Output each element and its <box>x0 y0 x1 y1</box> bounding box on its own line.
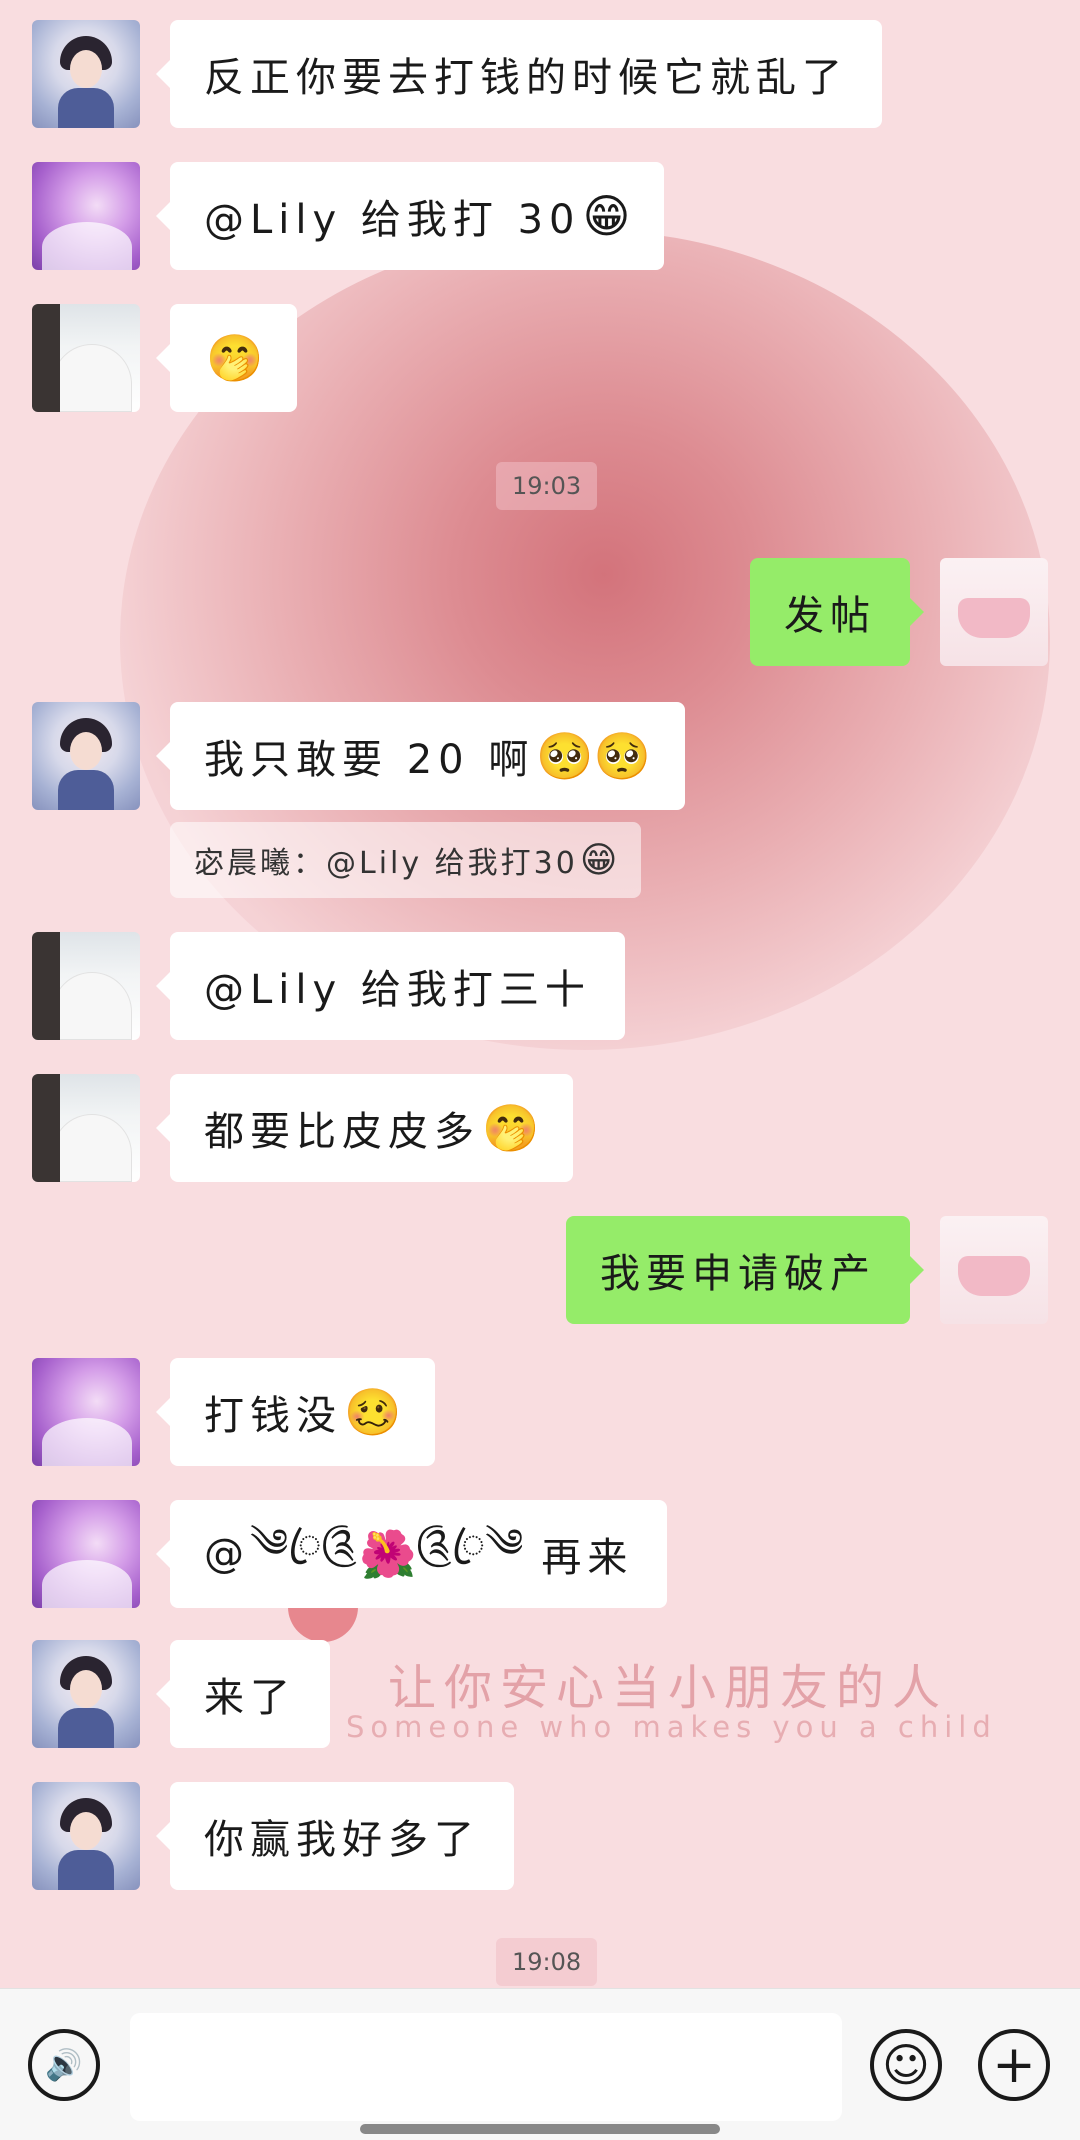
quoted-message[interactable]: 宓晨曦：@Lily 给我打30 😁 <box>170 822 642 898</box>
avatar[interactable] <box>32 702 140 810</box>
timestamp: 19:03 <box>496 462 598 510</box>
grin-emoji-icon: 😁 <box>582 189 631 243</box>
hand-over-mouth-emoji-icon: 🤭 <box>482 1100 540 1155</box>
self-avatar[interactable] <box>940 558 1048 666</box>
voice-button[interactable]: 🔊 <box>28 2029 100 2101</box>
message-text: 再来 <box>541 1535 634 1581</box>
timestamp: 19:08 <box>496 1938 598 1986</box>
self-avatar[interactable] <box>940 1216 1048 1324</box>
mention-prefix: @ <box>204 1531 250 1577</box>
voice-icon: 🔊 <box>45 2047 83 2083</box>
message-text: @Lily 给我打三十 <box>204 967 591 1013</box>
avatar[interactable] <box>32 162 140 270</box>
avatar[interactable] <box>32 1782 140 1890</box>
decorative-symbols: ༊ꦿ༄ <box>416 1520 524 1567</box>
message-bubble[interactable]: @Lily 给我打 30 😁 <box>155 162 665 270</box>
avatar[interactable] <box>32 1640 140 1748</box>
message-bubble[interactable]: @ ༄ꦿ༊ 🌺 ༊ꦿ༄ 再来 <box>155 1500 668 1608</box>
grin-emoji-icon: 😁 <box>579 839 618 881</box>
message-bubble[interactable]: 我只敢要 20 啊 🥺🥺 <box>156 702 685 810</box>
message-bubble-outgoing[interactable]: 我要申请破产 <box>566 1216 924 1324</box>
message-bubble[interactable]: 来了 <box>156 1640 330 1748</box>
hibiscus-emoji-icon: 🌺 <box>359 1526 417 1581</box>
message-text: @Lily 给我打 30 <box>204 197 581 243</box>
message-text: 都要比皮皮多 <box>204 1109 480 1155</box>
message-bubble-outgoing[interactable]: 发帖 <box>750 558 924 666</box>
decorative-symbols: ༄ꦿ༊ <box>250 1520 358 1567</box>
home-indicator[interactable] <box>360 2124 720 2134</box>
avatar[interactable] <box>32 1358 140 1466</box>
message-text: 你赢我好多了 <box>204 1817 480 1863</box>
pleading-emoji-icon: 🥺🥺 <box>536 728 651 783</box>
emoji-button[interactable]: ☺ <box>870 2029 942 2101</box>
message-text: 来了 <box>204 1675 296 1721</box>
watermark-chinese: 让你安心当小朋友的人 <box>388 1660 949 1716</box>
more-button[interactable]: + <box>978 2029 1050 2101</box>
message-text: 反正你要去打钱的时候它就乱了 <box>204 55 848 101</box>
avatar[interactable] <box>32 1074 140 1182</box>
hand-over-mouth-emoji-icon: 🤭 <box>206 330 264 385</box>
message-bubble[interactable]: 反正你要去打钱的时候它就乱了 <box>156 20 882 128</box>
avatar[interactable] <box>32 1500 140 1608</box>
message-bubble[interactable]: @Lily 给我打三十 <box>156 932 625 1040</box>
message-text: 我只敢要 20 啊 <box>204 737 535 783</box>
quote-text: 宓晨曦：@Lily 给我打30 <box>194 846 578 881</box>
avatar[interactable] <box>32 932 140 1040</box>
plus-icon: + <box>992 2035 1036 2095</box>
input-bar: 🔊 ☺ + <box>0 1988 1080 2140</box>
avatar[interactable] <box>32 304 140 412</box>
message-bubble[interactable]: 都要比皮皮多 🤭 <box>155 1074 574 1182</box>
watermark-english: Someone who makes you a child <box>346 1710 997 1744</box>
message-text: 发帖 <box>784 593 876 639</box>
message-text: 我要申请破产 <box>600 1251 876 1297</box>
message-bubble[interactable]: 你赢我好多了 <box>156 1782 514 1890</box>
message-bubble[interactable]: 🤭 <box>155 304 298 412</box>
message-bubble[interactable]: 打钱没 🥴 <box>155 1358 436 1466</box>
woozy-emoji-icon: 🥴 <box>344 1384 402 1439</box>
message-text: 打钱没 <box>204 1393 342 1439</box>
emoji-icon: ☺ <box>882 2038 930 2092</box>
avatar[interactable] <box>32 20 140 128</box>
message-input[interactable] <box>130 2013 842 2121</box>
